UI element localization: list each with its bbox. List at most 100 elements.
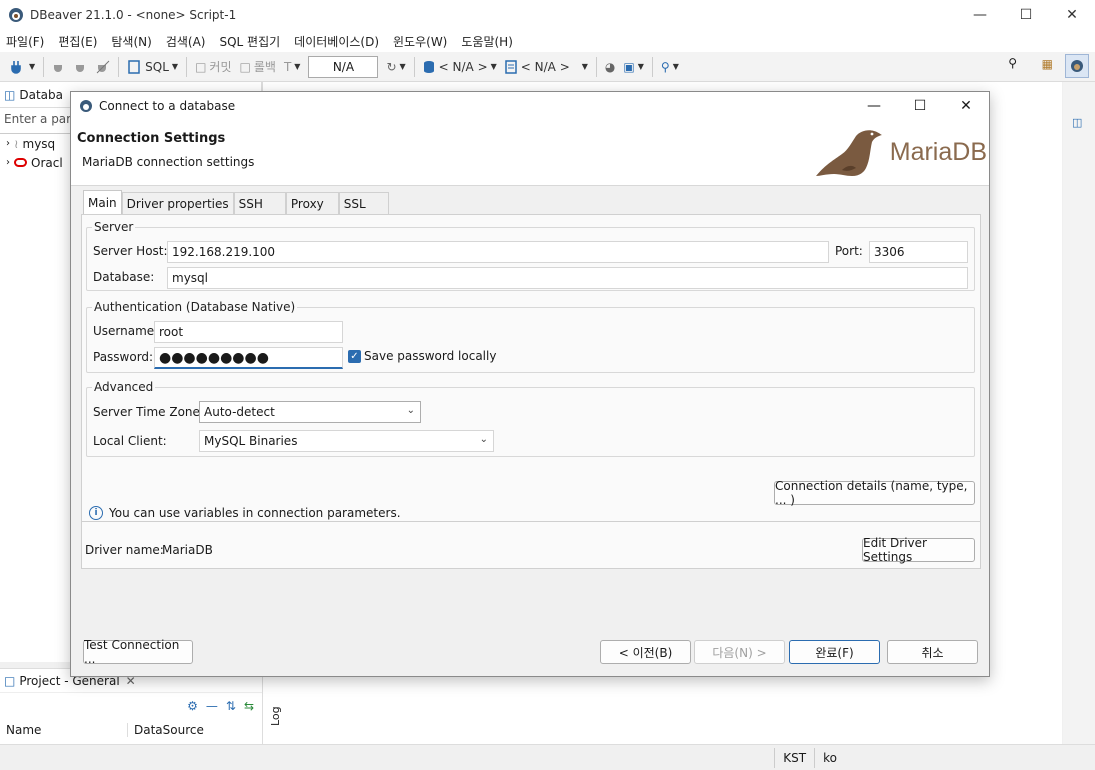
tab-ssh[interactable]: SSH — [233, 192, 286, 214]
menu-file[interactable]: 파일(F) — [6, 33, 44, 50]
tab-ssl[interactable]: SSL — [338, 192, 389, 214]
username-input[interactable]: root — [154, 321, 343, 343]
save-password-checkbox[interactable]: ✓ — [348, 350, 361, 363]
commit-button[interactable]: □ 커밋 — [191, 55, 235, 79]
sql-icon — [128, 59, 140, 74]
sql-label: SQL — [145, 59, 169, 74]
dbeaver-icon — [9, 8, 23, 22]
menu-help[interactable]: 도움말(H) — [461, 33, 513, 50]
dialog-close-button[interactable]: ✕ — [943, 92, 989, 120]
column-name[interactable]: Name — [0, 723, 128, 737]
commit-label: 커밋 — [209, 60, 232, 74]
back-button[interactable]: < 이전(B) — [600, 640, 691, 664]
menu-database[interactable]: 데이터베이스(D) — [294, 33, 379, 50]
dialog-header: Connection Settings MariaDB connection s… — [71, 120, 989, 186]
password-input[interactable]: ●●●●●●●●● — [154, 347, 343, 369]
edit-driver-settings-button[interactable]: Edit Driver Settings — [862, 536, 975, 564]
database-icon — [423, 60, 434, 73]
finish-button[interactable]: 완료(F) — [789, 640, 880, 664]
mariadb-logo: MariaDB — [812, 124, 987, 180]
dialog-maximize-button[interactable]: ☐ — [897, 92, 943, 120]
column-datasource[interactable]: DataSource — [128, 723, 204, 737]
datasource-selector[interactable]: < N/A > ▼ — [419, 55, 501, 79]
dialog-minimize-button[interactable]: — — [851, 92, 897, 120]
save-password-label[interactable]: Save password locally — [364, 349, 496, 363]
close-button[interactable]: ✕ — [1049, 0, 1095, 30]
restore-icon[interactable]: ◫ — [1072, 116, 1082, 129]
tab-proxy[interactable]: Proxy — [285, 192, 339, 214]
sync-icon[interactable]: ⇆ — [244, 699, 254, 713]
log-tab[interactable]: Log — [269, 676, 287, 726]
dialog-tabs: Main Driver properties SSH Proxy SSL — [83, 190, 389, 214]
window-title: DBeaver 21.1.0 - <none> Script-1 — [30, 8, 237, 22]
expand-icon: › — [6, 138, 10, 149]
timezone-select[interactable]: Auto-detect ⌄ — [199, 401, 421, 423]
sea-lion-icon — [815, 130, 882, 176]
password-label: Password: — [93, 350, 154, 364]
dashboard-button[interactable]: ◕ — [601, 55, 619, 79]
history-icon: ↻ — [386, 59, 397, 74]
tasks-icon: ▣ — [623, 59, 635, 74]
menu-edit[interactable]: 편집(E) — [58, 33, 97, 50]
server-host-input[interactable]: 192.168.219.100 — [167, 241, 829, 263]
gear-icon[interactable]: ⚙ — [187, 699, 198, 713]
tab-driver-properties[interactable]: Driver properties — [121, 192, 234, 214]
cancel-button[interactable]: 취소 — [887, 640, 978, 664]
link-icon[interactable]: ⇅ — [226, 699, 236, 713]
username-label: Username: — [93, 324, 159, 338]
menu-navigate[interactable]: 탐색(N) — [111, 33, 151, 50]
magnifier-icon: ⚲ — [660, 59, 670, 74]
port-label: Port: — [835, 244, 863, 258]
plug-off-icon — [96, 60, 110, 73]
advanced-group-title: Advanced — [92, 380, 156, 394]
transaction-icon: T — [283, 59, 292, 74]
disconnect-button[interactable] — [92, 55, 114, 79]
menu-window[interactable]: 윈도우(W) — [393, 33, 447, 50]
transaction-combo[interactable]: N/A — [308, 55, 379, 78]
info-text: You can use variables in connection para… — [109, 506, 401, 520]
main-toolbar: ▼ SQL ▼ □ 커밋 □ 롤백 T ▼ N/A ↻ ▼ < N/A > ▼ < N/A … — [0, 52, 1095, 82]
connect-dialog: Connect to a database — ☐ ✕ Connection S… — [70, 91, 990, 677]
new-connection-button[interactable]: ▼ — [6, 55, 39, 79]
rollback-button[interactable]: □ 롤백 — [236, 55, 280, 79]
schema-selector[interactable]: < N/A > ▼ — [501, 55, 592, 79]
timezone-label: Server Time Zone: — [93, 405, 204, 419]
port-input[interactable]: 3306 — [869, 241, 968, 263]
maximize-button[interactable]: ☐ — [1003, 0, 1049, 30]
commit-icon: □ — [195, 59, 207, 74]
history-button[interactable]: ↻ ▼ — [382, 55, 409, 79]
test-connection-button[interactable]: Test Connection ... — [83, 638, 193, 666]
collapse-icon[interactable]: — — [206, 699, 218, 713]
main-tab-content: Server Server Host: 192.168.219.100 Port… — [81, 214, 981, 569]
plug-add-icon — [11, 60, 21, 74]
tasks-button[interactable]: ▣ ▼ — [619, 55, 648, 79]
global-search-icon[interactable]: ⚲ — [1008, 56, 1017, 70]
dbeaver-icon — [80, 100, 92, 112]
schema-label: < N/A > — [520, 59, 570, 74]
dbeaver-perspective-button[interactable] — [1065, 54, 1089, 78]
menu-sql-editor[interactable]: SQL 편집기 — [219, 33, 280, 50]
connect-button[interactable] — [48, 55, 70, 79]
auth-group-title: Authentication (Database Native) — [92, 300, 298, 314]
local-client-select[interactable]: MySQL Binaries ⌄ — [199, 430, 494, 452]
transaction-mode-button[interactable]: T ▼ — [280, 55, 305, 79]
chevron-down-icon: ⌄ — [479, 434, 488, 445]
check-icon: ✓ — [350, 351, 359, 362]
dialog-header-title: Connection Settings — [77, 131, 226, 146]
invalidate-button[interactable] — [70, 55, 92, 79]
dialog-header-subtitle: MariaDB connection settings — [82, 155, 255, 169]
database-input[interactable]: mysql — [167, 267, 968, 289]
menu-search[interactable]: 검색(A) — [166, 33, 206, 50]
status-timezone: KST — [774, 747, 814, 768]
search-tool-button[interactable]: ⚲ ▼ — [657, 55, 683, 79]
database-navigator-icon: ◫ — [4, 87, 16, 102]
open-perspective-icon[interactable]: ▦ — [1042, 57, 1053, 71]
minimize-button[interactable]: — — [957, 0, 1003, 30]
schema-icon — [505, 59, 517, 74]
local-client-label: Local Client: — [93, 434, 167, 448]
next-button[interactable]: 다음(N) > — [694, 640, 785, 664]
tab-main[interactable]: Main — [83, 190, 122, 214]
connection-details-button[interactable]: Connection details (name, type, ... ) — [774, 479, 975, 507]
sql-editor-button[interactable]: SQL ▼ — [123, 55, 182, 79]
database-label: Database: — [93, 270, 155, 284]
